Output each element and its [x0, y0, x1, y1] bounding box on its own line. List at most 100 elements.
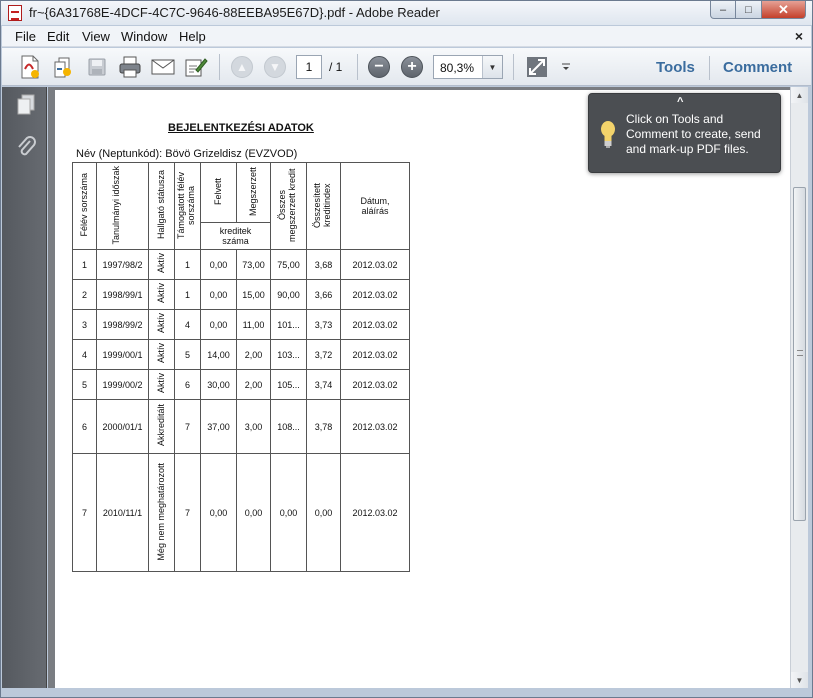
header-cell: kreditek száma [200, 222, 271, 250]
table-cell-earned: 15,00 [236, 279, 271, 310]
tools-tooltip[interactable]: ^ Click on Tools and Comment to create, … [588, 93, 781, 173]
table-cell-status: Aktív [148, 249, 175, 280]
comment-button[interactable]: Comment [723, 59, 792, 76]
name-value: Bövö Grizeldisz (EVZVOD) [165, 148, 298, 160]
table-cell-earned: 73,00 [236, 249, 271, 280]
header-cell: Tanulmányi időszak [96, 162, 149, 250]
toolbar-separator [709, 56, 710, 80]
table-cell-status: Még nem meghatározott [148, 453, 175, 572]
table-cell-registered: 0,00 [200, 279, 237, 310]
table-cell-funded: 5 [174, 339, 201, 370]
scroll-down-icon[interactable]: ▼ [791, 672, 808, 688]
table-cell-registered: 37,00 [200, 399, 237, 454]
table-row: 4 1999/00/1 Aktív 5 14,00 2,00 103... 3,72 2012.… [72, 339, 410, 370]
tools-button[interactable]: Tools [656, 59, 695, 76]
menu-bar: File Edit View Window Help × [2, 26, 811, 47]
zoom-out-icon[interactable]: − [366, 54, 392, 80]
table-cell-funded: 6 [174, 369, 201, 400]
combine-icon[interactable] [50, 54, 76, 80]
app-window: fr~{6A31768E-4DCF-4C7C-9646-88EEBA95E67D… [0, 0, 813, 698]
table-cell-index: 3,72 [306, 339, 341, 370]
window-title: fr~{6A31768E-4DCF-4C7C-9646-88EEBA95E67D… [29, 5, 440, 20]
header-cell: Félév sorszáma [72, 162, 97, 250]
print-icon[interactable] [117, 54, 143, 80]
table-cell-total: 108... [270, 399, 307, 454]
header-cell: Összesített kreditindex [306, 162, 341, 250]
table-row: 3 1998/99/2 Aktív 4 0,00 11,00 101... 3,73 2012.… [72, 309, 410, 340]
table-cell-date: 2012.03.02 [340, 249, 410, 280]
table-cell-funded: 1 [174, 279, 201, 310]
save-icon[interactable] [84, 54, 110, 80]
header-cell: Hallgató státusza [148, 162, 175, 250]
next-page-icon[interactable]: ▼ [262, 54, 288, 80]
table-cell-index: 3,73 [306, 309, 341, 340]
table-cell-period: 1998/99/1 [96, 279, 149, 310]
table-row: 1 1997/98/2 Aktív 1 0,00 73,00 75,00 3,68 2012.0… [72, 249, 410, 280]
close-button[interactable]: ✕ [762, 1, 806, 19]
table-header-row: Félév sorszáma Tanulmányi időszak Hallga… [72, 162, 410, 250]
student-name-line: Név (Neptunkód): Bövö Grizeldisz (EVZVOD… [76, 148, 297, 160]
table-cell-no: 2 [72, 279, 97, 310]
toolbar-separator [513, 54, 514, 80]
page-thumbnails-icon[interactable] [15, 93, 37, 117]
table-cell-date: 2012.03.02 [340, 453, 410, 572]
table-body: 1 1997/98/2 Aktív 1 0,00 73,00 75,00 3,68 2012.0… [72, 249, 410, 572]
table-cell-period: 1997/98/2 [96, 249, 149, 280]
menu-help[interactable]: Help [179, 29, 206, 44]
table-cell-status: Aktív [148, 339, 175, 370]
table-cell-total: 101... [270, 309, 307, 340]
menu-window[interactable]: Window [121, 29, 167, 44]
scroll-up-icon[interactable]: ▲ [791, 87, 808, 103]
header-cell: Felvett [200, 162, 237, 223]
table-cell-registered: 0,00 [200, 309, 237, 340]
table-cell-total: 103... [270, 339, 307, 370]
zoom-value: 80,3% [440, 61, 475, 75]
table-cell-index: 0,00 [306, 453, 341, 572]
minimize-button[interactable]: – [710, 1, 736, 19]
chevron-down-icon[interactable]: ▼ [482, 56, 502, 78]
title-bar[interactable]: fr~{6A31768E-4DCF-4C7C-9646-88EEBA95E67D… [1, 1, 812, 25]
table-cell-total: 0,00 [270, 453, 307, 572]
table-cell-date: 2012.03.02 [340, 339, 410, 370]
menu-edit[interactable]: Edit [47, 29, 69, 44]
table-cell-earned: 11,00 [236, 309, 271, 340]
tooltip-text: Click on Tools and Comment to create, se… [626, 112, 761, 156]
table-cell-earned: 0,00 [236, 453, 271, 572]
registration-table: Félév sorszáma Tanulmányi időszak Hallga… [72, 162, 410, 572]
document-view[interactable]: BEJELENTKEZÉSI ADATOK Név (Neptunkód): B… [48, 87, 790, 688]
zoom-in-icon[interactable]: + [399, 54, 425, 80]
table-row: 2 1998/99/1 Aktív 1 0,00 15,00 90,00 3,66 2012.0… [72, 279, 410, 310]
create-pdf-icon[interactable] [17, 54, 43, 80]
table-cell-total: 75,00 [270, 249, 307, 280]
chevron-up-icon[interactable]: ^ [677, 96, 683, 108]
sign-icon[interactable] [183, 54, 209, 80]
prev-page-icon[interactable]: ▲ [229, 54, 255, 80]
table-cell-registered: 0,00 [200, 249, 237, 280]
lightbulb-icon [601, 121, 615, 148]
menu-file[interactable]: File [15, 29, 36, 44]
document-title: BEJELENTKEZÉSI ADATOK [168, 122, 314, 134]
window-controls: – □ ✕ [710, 1, 806, 19]
close-document-icon[interactable]: × [795, 28, 803, 44]
table-cell-period: 2000/01/1 [96, 399, 149, 454]
name-label: Név (Neptunkód): [76, 148, 163, 160]
email-icon[interactable] [150, 54, 176, 80]
scrollbar-thumb[interactable] [793, 187, 806, 521]
page-number-input[interactable]: 1 [296, 55, 322, 79]
fit-icon[interactable] [524, 54, 550, 80]
zoom-select[interactable]: 80,3% ▼ [433, 55, 503, 79]
table-row: 5 1999/00/2 Aktív 6 30,00 2,00 105... 3,74 2012.… [72, 369, 410, 400]
header-cell: Dátum, aláírás [340, 162, 410, 250]
table-cell-earned: 3,00 [236, 399, 271, 454]
attachments-icon[interactable] [15, 135, 37, 159]
table-cell-date: 2012.03.02 [340, 369, 410, 400]
vertical-scrollbar[interactable]: ▲ ▼ [790, 87, 808, 688]
menu-view[interactable]: View [82, 29, 110, 44]
table-cell-date: 2012.03.02 [340, 309, 410, 340]
header-cell: Támogatott félév sorszáma [174, 162, 201, 250]
table-cell-index: 3,74 [306, 369, 341, 400]
header-cell: Összes megszerzett kredit [270, 162, 307, 250]
options-icon[interactable] [555, 54, 577, 80]
table-cell-period: 2010/11/1 [96, 453, 149, 572]
maximize-button[interactable]: □ [736, 1, 762, 19]
